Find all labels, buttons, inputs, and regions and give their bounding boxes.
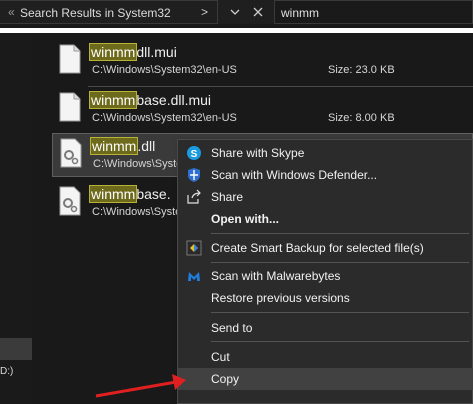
search-highlight: winmm: [88, 91, 138, 109]
document-icon: [59, 44, 81, 74]
skype-icon: S: [187, 146, 201, 160]
overflow-chevron-icon[interactable]: «: [8, 5, 15, 19]
address-bar[interactable]: « Search Results in System32 >: [0, 0, 218, 24]
nav-drive-label[interactable]: D:): [0, 366, 13, 377]
menu-item-scan-defender[interactable]: Scan with Windows Defender...: [178, 164, 473, 186]
top-bar: « Search Results in System32 > winmm: [0, 0, 473, 24]
file-path: C:\Windows\System: [92, 206, 191, 218]
navigation-pane[interactable]: D:): [0, 33, 32, 404]
file-name: winmm.dll: [89, 137, 156, 155]
close-icon: [253, 7, 263, 17]
file-size: Size: 23.0 KB: [328, 64, 395, 76]
menu-item-smart-backup[interactable]: Create Smart Backup for selected file(s): [178, 237, 473, 259]
chevron-down-icon: [230, 9, 240, 15]
file-name: winmmbase.: [88, 185, 171, 203]
recent-locations-button[interactable]: [223, 0, 247, 24]
menu-item-share-with-skype[interactable]: S Share with Skype: [178, 142, 473, 164]
search-highlight: winmm: [89, 137, 139, 155]
backup-icon: [186, 240, 202, 256]
menu-item-share[interactable]: Share: [178, 186, 473, 208]
svg-text:S: S: [191, 149, 198, 160]
result-item[interactable]: winmmdll.mui C:\Windows\System32\en-US S…: [52, 40, 473, 84]
menu-separator: [211, 262, 469, 263]
breadcrumb-chevron-icon[interactable]: >: [201, 5, 208, 19]
file-size: Size: 8.00 KB: [328, 112, 395, 124]
menu-item-restore-previous-versions[interactable]: Restore previous versions: [178, 287, 473, 309]
nav-selected-item[interactable]: [0, 338, 32, 360]
context-menu: S Share with Skype Scan with Windows Def…: [177, 139, 473, 404]
document-icon: [59, 92, 81, 122]
file-name: winmmbase.dll.mui: [88, 91, 212, 109]
menu-item-send-to[interactable]: Send to: [178, 317, 473, 339]
menu-item-open-with[interactable]: Open with...: [178, 208, 473, 230]
search-input[interactable]: winmm: [281, 6, 319, 20]
header-divider: [0, 28, 473, 33]
shield-icon: [188, 168, 200, 182]
gear-file-icon: [59, 186, 81, 216]
gear-file-icon: [60, 138, 82, 168]
share-icon: [187, 189, 201, 204]
menu-separator: [211, 341, 469, 342]
search-highlight: winmm: [88, 185, 138, 203]
malwarebytes-icon: [188, 272, 200, 281]
row-divider: [88, 86, 473, 87]
menu-item-cut[interactable]: Cut: [178, 346, 473, 368]
search-highlight: winmm: [88, 43, 138, 61]
result-item[interactable]: winmmbase.dll.mui C:\Windows\System32\en…: [52, 88, 473, 132]
refresh-button[interactable]: [247, 0, 269, 24]
menu-item-malwarebytes[interactable]: Scan with Malwarebytes: [178, 265, 473, 287]
menu-separator: [211, 233, 469, 234]
menu-separator: [211, 312, 469, 313]
file-name: winmmdll.mui: [88, 43, 177, 61]
file-path: C:\Windows\System32\en-US: [92, 112, 237, 124]
search-box[interactable]: winmm: [274, 0, 473, 24]
address-bar-location[interactable]: Search Results in System32: [20, 6, 171, 20]
menu-item-copy[interactable]: Copy: [178, 368, 473, 390]
file-path: C:\Windows\System32\en-US: [92, 64, 237, 76]
